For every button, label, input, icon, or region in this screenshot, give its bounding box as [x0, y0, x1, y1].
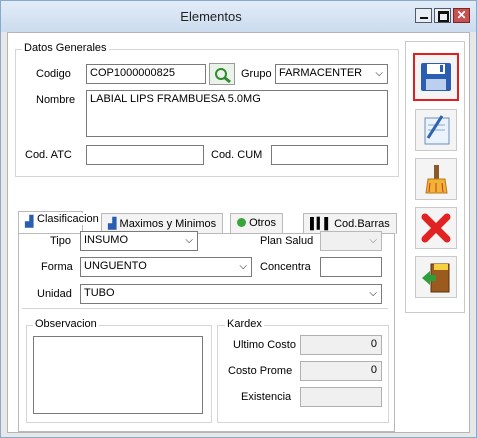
- plan-salud-select[interactable]: ⌵: [320, 231, 382, 251]
- minimize-button[interactable]: [415, 8, 432, 23]
- observacion-field[interactable]: [33, 336, 203, 414]
- edit-button[interactable]: [415, 109, 457, 151]
- title-bar: Elementos ✕: [1, 1, 476, 32]
- chevron-down-icon: ⌵: [375, 68, 383, 79]
- existencia-label: Existencia: [241, 391, 292, 403]
- cod-cum-label: Cod. CUM: [211, 149, 263, 161]
- forma-label: Forma: [41, 261, 73, 273]
- ultimo-costo-value: 0: [300, 335, 382, 355]
- delete-button[interactable]: [415, 207, 457, 249]
- costo-prome-value: 0: [300, 361, 382, 381]
- window: Elementos ✕ Datos Generales Codigo COP10…: [0, 0, 477, 438]
- unidad-value: TUBO: [84, 287, 115, 299]
- search-icon: [215, 68, 231, 84]
- forma-select[interactable]: UNGUENTO ⌵: [80, 257, 252, 277]
- clasificacion-legend: Clasificacion: [35, 213, 101, 225]
- tipo-value: INSUMO: [84, 234, 128, 246]
- save-icon: [421, 63, 451, 91]
- window-title: Elementos: [180, 9, 242, 24]
- clean-button[interactable]: [415, 158, 457, 200]
- chevron-down-icon: ⌵: [369, 288, 377, 299]
- edit-icon: [424, 115, 450, 145]
- datos-generales-legend: Datos Generales: [22, 42, 109, 54]
- unidad-select[interactable]: TUBO ⌵: [80, 284, 382, 304]
- codigo-field[interactable]: COP1000000825: [86, 64, 206, 84]
- concentra-label: Concentra: [260, 261, 311, 273]
- tipo-label: Tipo: [50, 235, 71, 247]
- search-button[interactable]: [209, 63, 235, 85]
- chevron-down-icon: ⌵: [239, 261, 247, 272]
- maximize-button[interactable]: [434, 8, 451, 23]
- kardex-legend: Kardex: [225, 318, 264, 330]
- delete-icon: [421, 213, 451, 243]
- close-icon: ✕: [456, 8, 467, 22]
- codigo-label: Codigo: [36, 68, 71, 80]
- chevron-down-icon: ⌵: [369, 235, 377, 246]
- grupo-label: Grupo: [241, 68, 272, 80]
- cod-cum-field[interactable]: [271, 145, 388, 165]
- plan-salud-label: Plan Salud: [260, 235, 314, 247]
- clean-brush-icon: [425, 165, 448, 194]
- nombre-label: Nombre: [36, 94, 76, 106]
- exit-button[interactable]: [415, 256, 457, 298]
- ultimo-costo-label: Ultimo Costo: [233, 339, 296, 351]
- tipo-select[interactable]: INSUMO ⌵: [80, 231, 198, 251]
- cod-atc-field[interactable]: [86, 145, 204, 165]
- observacion-legend: Observacion: [33, 318, 99, 330]
- chevron-down-icon: ⌵: [185, 235, 193, 246]
- existencia-value: [300, 387, 382, 407]
- concentra-field[interactable]: [320, 257, 382, 277]
- nombre-field[interactable]: LABIAL LIPS FRAMBUESA 5.0MG: [86, 90, 388, 137]
- cod-atc-label: Cod. ATC: [25, 149, 72, 161]
- close-button[interactable]: ✕: [453, 8, 470, 23]
- grupo-select[interactable]: FARMACENTER ⌵: [275, 64, 388, 84]
- main-panel: Datos Generales Codigo COP1000000825 Gru…: [7, 32, 470, 433]
- exit-icon: [422, 263, 450, 293]
- unidad-label: Unidad: [37, 288, 72, 300]
- costo-prome-label: Costo Prome: [228, 365, 293, 377]
- grupo-value: FARMACENTER: [279, 67, 363, 79]
- minimize-icon: [420, 17, 428, 19]
- save-button[interactable]: [413, 53, 459, 101]
- maximize-icon: [438, 11, 449, 22]
- forma-value: UNGUENTO: [84, 260, 147, 272]
